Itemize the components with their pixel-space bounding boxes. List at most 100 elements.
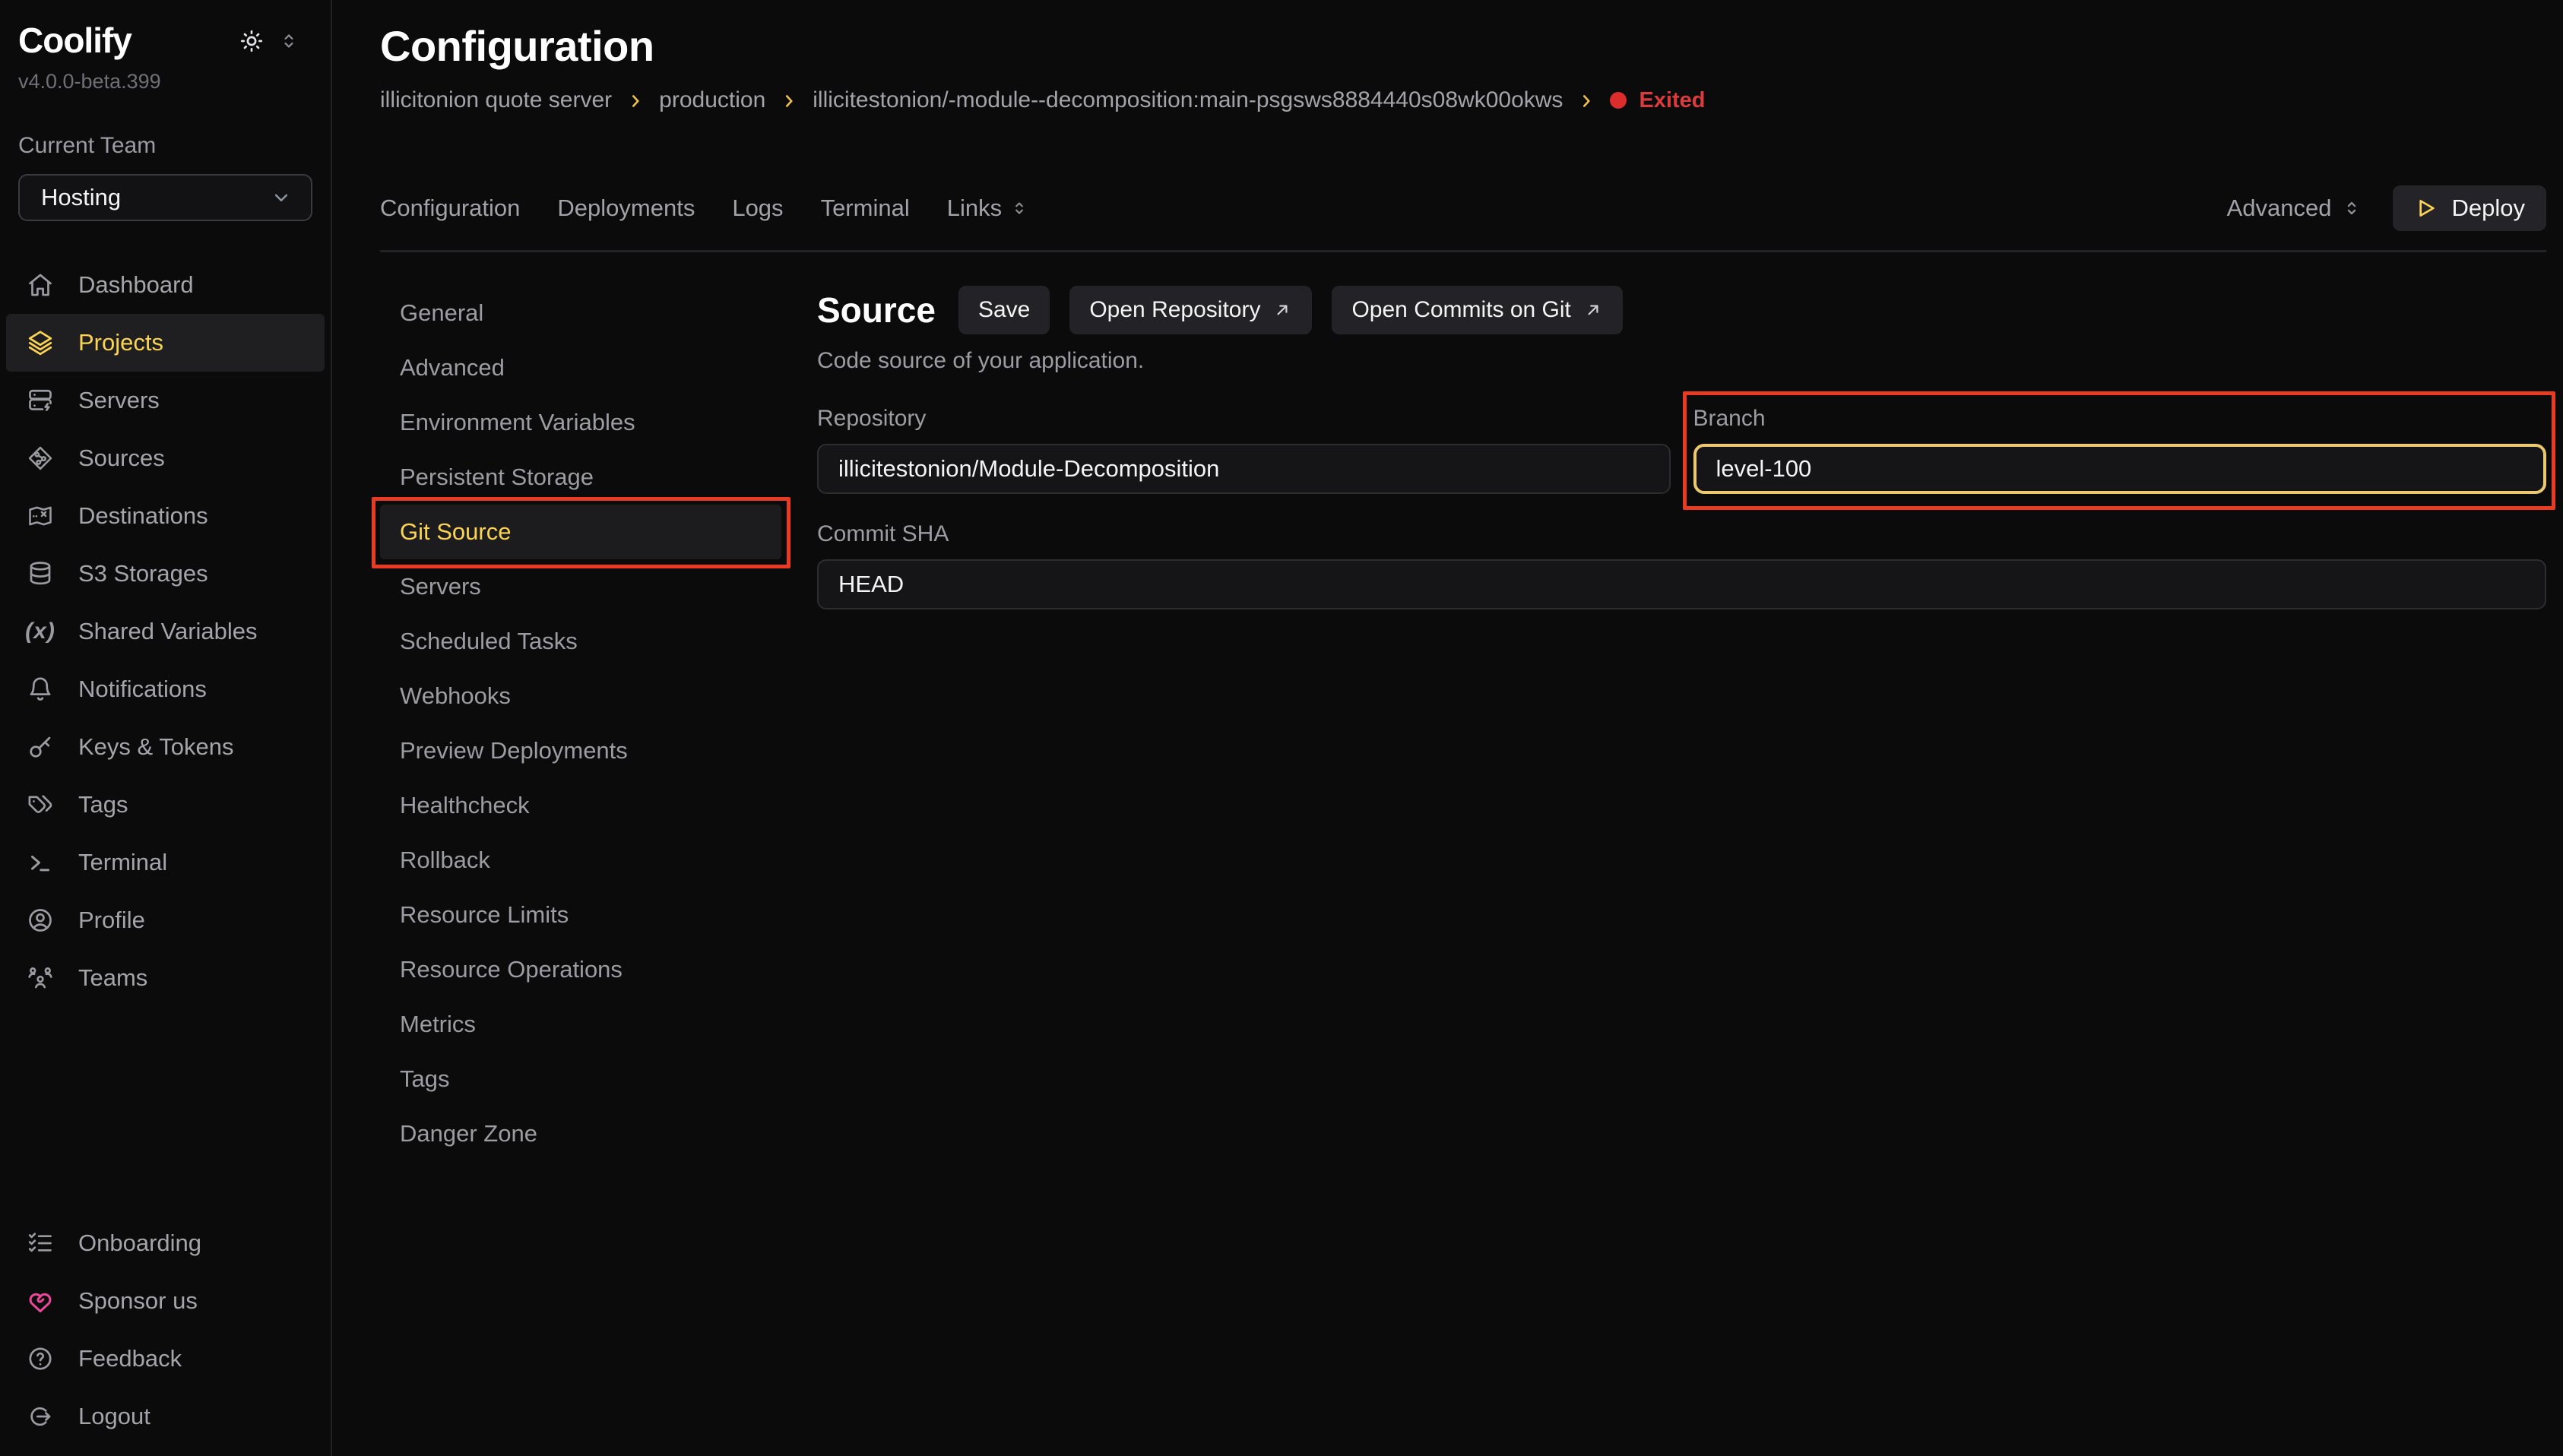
branch-field-group: Branch [1693, 406, 2547, 494]
team-select-value: Hosting [41, 184, 121, 211]
subnav-item-general[interactable]: General [380, 286, 781, 340]
subnav-item-environment-variables[interactable]: Environment Variables [380, 395, 781, 450]
sidebar-item-keys-tokens[interactable]: Keys & Tokens [6, 718, 325, 776]
sidebar-item-destinations[interactable]: Destinations [6, 487, 325, 545]
sidebar-item-shared-variables[interactable]: (x) Shared Variables [6, 603, 325, 660]
status-text: Exited [1639, 88, 1705, 113]
breadcrumb-project[interactable]: illicitonion quote server [380, 87, 612, 113]
play-icon [2414, 196, 2438, 220]
sidebar-item-terminal[interactable]: Terminal [6, 834, 325, 891]
heart-handshake-icon [27, 1287, 54, 1315]
coolify-app: Coolify v4.0.0-beta.399 Current Team Hos… [0, 0, 2563, 1456]
git-source-icon [27, 445, 54, 472]
tab-deployments[interactable]: Deployments [557, 195, 695, 222]
subnav-item-servers[interactable]: Servers [380, 559, 781, 614]
sidebar-item-projects[interactable]: Projects [6, 314, 325, 372]
sidebar-item-notifications[interactable]: Notifications [6, 660, 325, 718]
database-icon [27, 560, 54, 587]
tags-icon [27, 791, 54, 818]
commit-sha-field-group: Commit SHA [817, 521, 2546, 609]
sidebar: Coolify v4.0.0-beta.399 Current Team Hos… [0, 0, 332, 1456]
repository-label: Repository [817, 406, 1671, 432]
subnav-item-advanced[interactable]: Advanced [380, 340, 781, 395]
chevron-right-icon [626, 91, 645, 111]
tabs-divider [380, 250, 2546, 252]
subnav-item-preview-deployments[interactable]: Preview Deployments [380, 723, 781, 778]
sidebar-item-sources[interactable]: Sources [6, 429, 325, 487]
subnav-item-resource-limits[interactable]: Resource Limits [380, 888, 781, 942]
sidebar-item-servers[interactable]: Servers [6, 372, 325, 429]
tabs: Configuration Deployments Logs Terminal … [380, 195, 1029, 222]
sidebar-item-tags[interactable]: Tags [6, 776, 325, 834]
open-repository-button[interactable]: Open Repository [1069, 286, 1312, 334]
external-link-icon [1272, 300, 1292, 320]
tab-configuration[interactable]: Configuration [380, 195, 520, 222]
breadcrumb-environment[interactable]: production [659, 87, 765, 113]
team-select[interactable]: Hosting [18, 174, 312, 221]
tab-links[interactable]: Links [947, 195, 1029, 222]
key-icon [27, 733, 54, 761]
sidebar-nav: Dashboard Projects Servers Sources [0, 256, 331, 1007]
save-button[interactable]: Save [958, 286, 1050, 334]
sidebar-item-logout[interactable]: Logout [6, 1388, 325, 1445]
logo-row: Coolify v4.0.0-beta.399 [0, 0, 331, 93]
open-commits-button[interactable]: Open Commits on Git [1332, 286, 1622, 334]
commit-sha-label: Commit SHA [817, 521, 2546, 547]
main-content: Configuration illicitonion quote server … [334, 0, 2563, 1456]
source-heading: Source [817, 290, 936, 331]
help-circle-icon [27, 1345, 54, 1372]
subnav-item-healthcheck[interactable]: Healthcheck [380, 778, 781, 833]
source-description: Code source of your application. [817, 348, 2546, 374]
map-icon [27, 502, 54, 530]
external-link-icon [1583, 300, 1603, 320]
home-icon [27, 271, 54, 299]
tab-logs[interactable]: Logs [732, 195, 783, 222]
branch-input[interactable] [1693, 444, 2547, 494]
status-badge: Exited [1610, 88, 1705, 113]
app-logo[interactable]: Coolify [18, 20, 161, 61]
theme-sun-icon[interactable] [238, 27, 265, 55]
advanced-menu[interactable]: Advanced [2227, 195, 2362, 222]
users-icon [27, 964, 54, 992]
server-icon [27, 387, 54, 414]
current-team-label: Current Team [0, 133, 331, 159]
list-checks-icon [27, 1230, 54, 1257]
repository-input[interactable] [817, 444, 1671, 494]
settings-subnav: General Advanced Environment Variables P… [380, 286, 817, 1161]
variable-icon: (x) [27, 618, 54, 645]
sidebar-item-s3-storages[interactable]: S3 Storages [6, 545, 325, 603]
sidebar-item-feedback[interactable]: Feedback [6, 1330, 325, 1388]
sidebar-footer-nav: Onboarding Sponsor us Feedback Logout [0, 1214, 331, 1445]
subnav-item-danger-zone[interactable]: Danger Zone [380, 1106, 781, 1161]
repository-field-group: Repository [817, 406, 1671, 494]
sidebar-item-onboarding[interactable]: Onboarding [6, 1214, 325, 1272]
sidebar-item-dashboard[interactable]: Dashboard [6, 256, 325, 314]
subnav-item-scheduled-tasks[interactable]: Scheduled Tasks [380, 614, 781, 669]
breadcrumb-application[interactable]: illicitestonion/-module--decomposition:m… [813, 87, 1563, 113]
tab-terminal[interactable]: Terminal [821, 195, 910, 222]
subnav-item-rollback[interactable]: Rollback [380, 833, 781, 888]
chevron-right-icon [779, 91, 799, 111]
subnav-item-persistent-storage[interactable]: Persistent Storage [380, 450, 781, 505]
subnav-item-resource-operations[interactable]: Resource Operations [380, 942, 781, 997]
chevron-down-icon [270, 186, 293, 209]
user-circle-icon [27, 907, 54, 934]
git-source-panel: Source Save Open Repository Open Commits… [817, 286, 2546, 1161]
subnav-item-tags[interactable]: Tags [380, 1052, 781, 1106]
theme-chevrons-icon[interactable] [277, 30, 300, 52]
sidebar-item-profile[interactable]: Profile [6, 891, 325, 949]
branch-label: Branch [1693, 406, 2547, 432]
subnav-item-webhooks[interactable]: Webhooks [380, 669, 781, 723]
terminal-icon [27, 849, 54, 876]
bell-icon [27, 676, 54, 703]
chevrons-up-down-icon [1009, 198, 1029, 218]
sidebar-item-teams[interactable]: Teams [6, 949, 325, 1007]
chevrons-up-down-icon [2341, 198, 2362, 219]
deploy-button[interactable]: Deploy [2393, 185, 2547, 231]
logout-icon [27, 1403, 54, 1430]
subnav-item-metrics[interactable]: Metrics [380, 997, 781, 1052]
subnav-item-git-source[interactable]: Git Source [380, 505, 781, 559]
sidebar-item-sponsor-us[interactable]: Sponsor us [6, 1272, 325, 1330]
commit-sha-input[interactable] [817, 559, 2546, 609]
app-version: v4.0.0-beta.399 [18, 70, 161, 93]
